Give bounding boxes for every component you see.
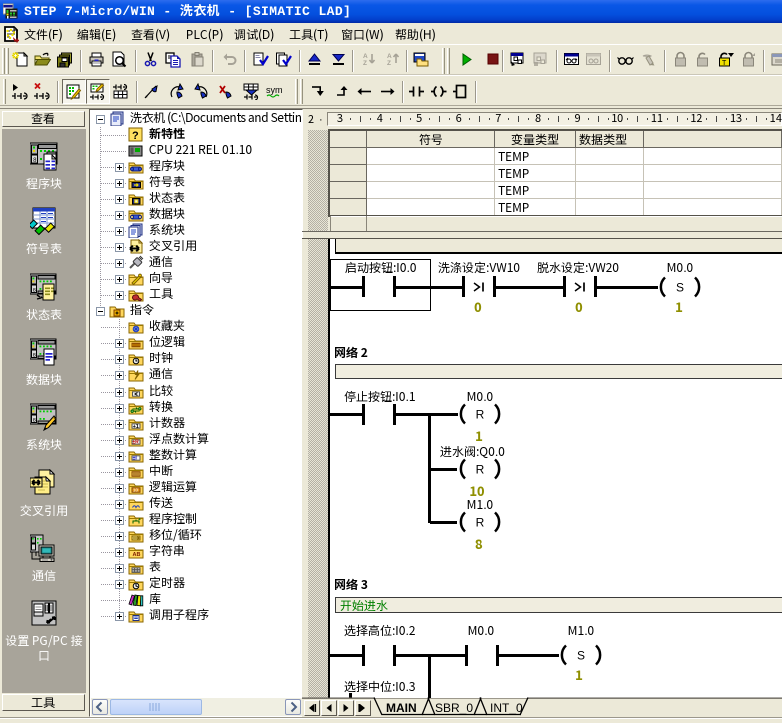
svg-text:8: 8 bbox=[33, 417, 36, 424]
svg-text:R: R bbox=[476, 516, 485, 530]
svg-text:A: A bbox=[387, 53, 392, 60]
svg-text:A: A bbox=[363, 53, 368, 60]
svg-text:8: 8 bbox=[33, 157, 37, 164]
svg-text:±I: ±I bbox=[133, 456, 138, 462]
svg-text:T: T bbox=[722, 60, 727, 67]
svg-text:R: R bbox=[476, 408, 485, 422]
svg-text:8: 8 bbox=[33, 286, 36, 293]
svg-text:R: R bbox=[476, 463, 485, 477]
svg-text:AB: AB bbox=[133, 552, 141, 558]
svg-text:sym: sym bbox=[266, 85, 283, 95]
svg-text:Z: Z bbox=[363, 60, 367, 67]
svg-text:S: S bbox=[577, 649, 585, 663]
svg-text:+1: +1 bbox=[133, 424, 139, 430]
svg-text:S: S bbox=[676, 281, 684, 295]
svg-text:?: ? bbox=[132, 130, 139, 142]
svg-text:8: 8 bbox=[33, 351, 36, 358]
svg-text:10: 10 bbox=[133, 488, 139, 493]
svg-text:Z: Z bbox=[387, 60, 391, 67]
svg-text:±R: ±R bbox=[132, 440, 139, 446]
